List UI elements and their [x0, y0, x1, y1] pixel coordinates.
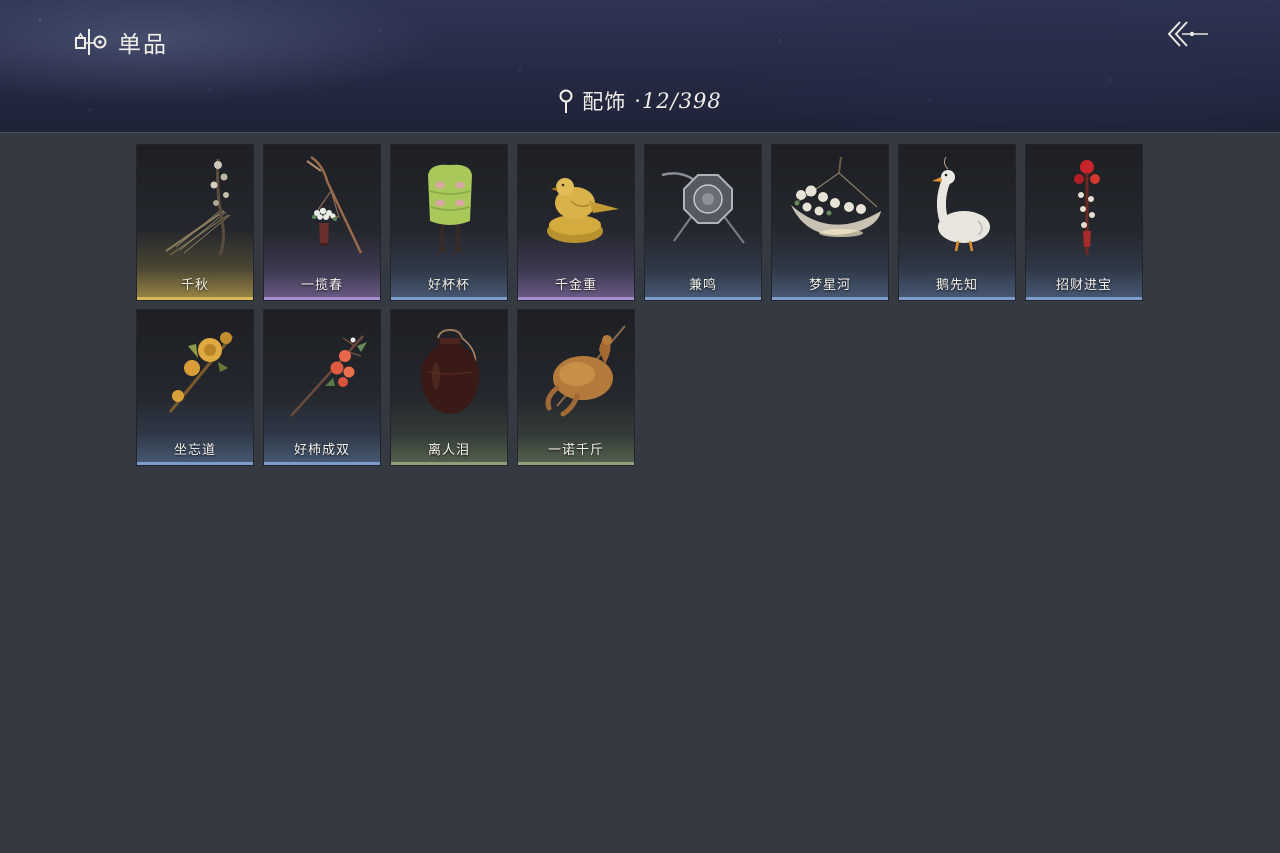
- item-card[interactable]: 梦星河: [771, 144, 889, 301]
- roast-chicken-icon: [545, 325, 626, 417]
- item-card[interactable]: 招财进宝: [1025, 144, 1143, 301]
- collection-icon: [75, 29, 107, 55]
- item-name: 千金重: [554, 278, 597, 293]
- item-name: 一揽春: [300, 278, 343, 293]
- item-card[interactable]: 好杯杯: [390, 144, 508, 301]
- item-card[interactable]: 千金重: [517, 144, 635, 301]
- persimmon-branch-icon: [290, 335, 367, 417]
- back-arrow-icon: [1167, 21, 1208, 47]
- title-group: 单品: [74, 26, 168, 58]
- item-name: 鹅先知: [935, 278, 978, 293]
- item-card[interactable]: 坐忘道: [136, 309, 254, 466]
- zither-branch-icon: [165, 158, 231, 256]
- item-card[interactable]: 离人泪: [390, 309, 508, 466]
- item-name: 一诺千斤: [547, 443, 604, 458]
- item-card[interactable]: 鹅先知: [898, 144, 1016, 301]
- flower-basket-staff-icon: [306, 155, 363, 254]
- item-name: 千秋: [180, 278, 209, 293]
- category-label: 配饰: [582, 90, 627, 114]
- flower-boat-icon: [791, 156, 881, 237]
- green-cup-creature-icon: [428, 164, 472, 253]
- header-banner: 单品 配饰 ·12/398: [0, 0, 1280, 133]
- category-filter[interactable]: 配饰 ·12/398: [0, 86, 1280, 116]
- item-name: 梦星河: [808, 278, 851, 293]
- item-card[interactable]: 一诺千斤: [517, 309, 635, 466]
- wine-jar-icon: [420, 328, 480, 414]
- item-name: 离人泪: [427, 443, 470, 458]
- item-name: 兼鸣: [688, 278, 717, 293]
- item-grid: 千秋 一揽春 好杯杯 千金重 兼鸣 梦星河 鹅先知 招财进宝 坐忘道 好柿成双 …: [136, 144, 1143, 466]
- category-count: ·12/398: [634, 89, 722, 113]
- item-name: 好柿成双: [293, 443, 350, 458]
- item-card[interactable]: 兼鸣: [644, 144, 762, 301]
- pin-icon: [559, 89, 573, 113]
- item-name: 招财进宝: [1055, 278, 1112, 293]
- back-button[interactable]: [1166, 18, 1212, 52]
- golden-bird-icon: [547, 178, 619, 243]
- page-title: 单品: [118, 32, 168, 58]
- item-card[interactable]: 好柿成双: [263, 309, 381, 466]
- red-tassel-charm-icon: [1074, 160, 1100, 255]
- octagonal-shield-icon: [661, 172, 745, 244]
- item-card[interactable]: 千秋: [136, 144, 254, 301]
- item-card[interactable]: 一揽春: [263, 144, 381, 301]
- item-name: 好杯杯: [427, 278, 470, 293]
- item-name: 坐忘道: [173, 443, 216, 458]
- golden-flower-hairpin-icon: [168, 332, 234, 413]
- goose-icon: [932, 156, 990, 252]
